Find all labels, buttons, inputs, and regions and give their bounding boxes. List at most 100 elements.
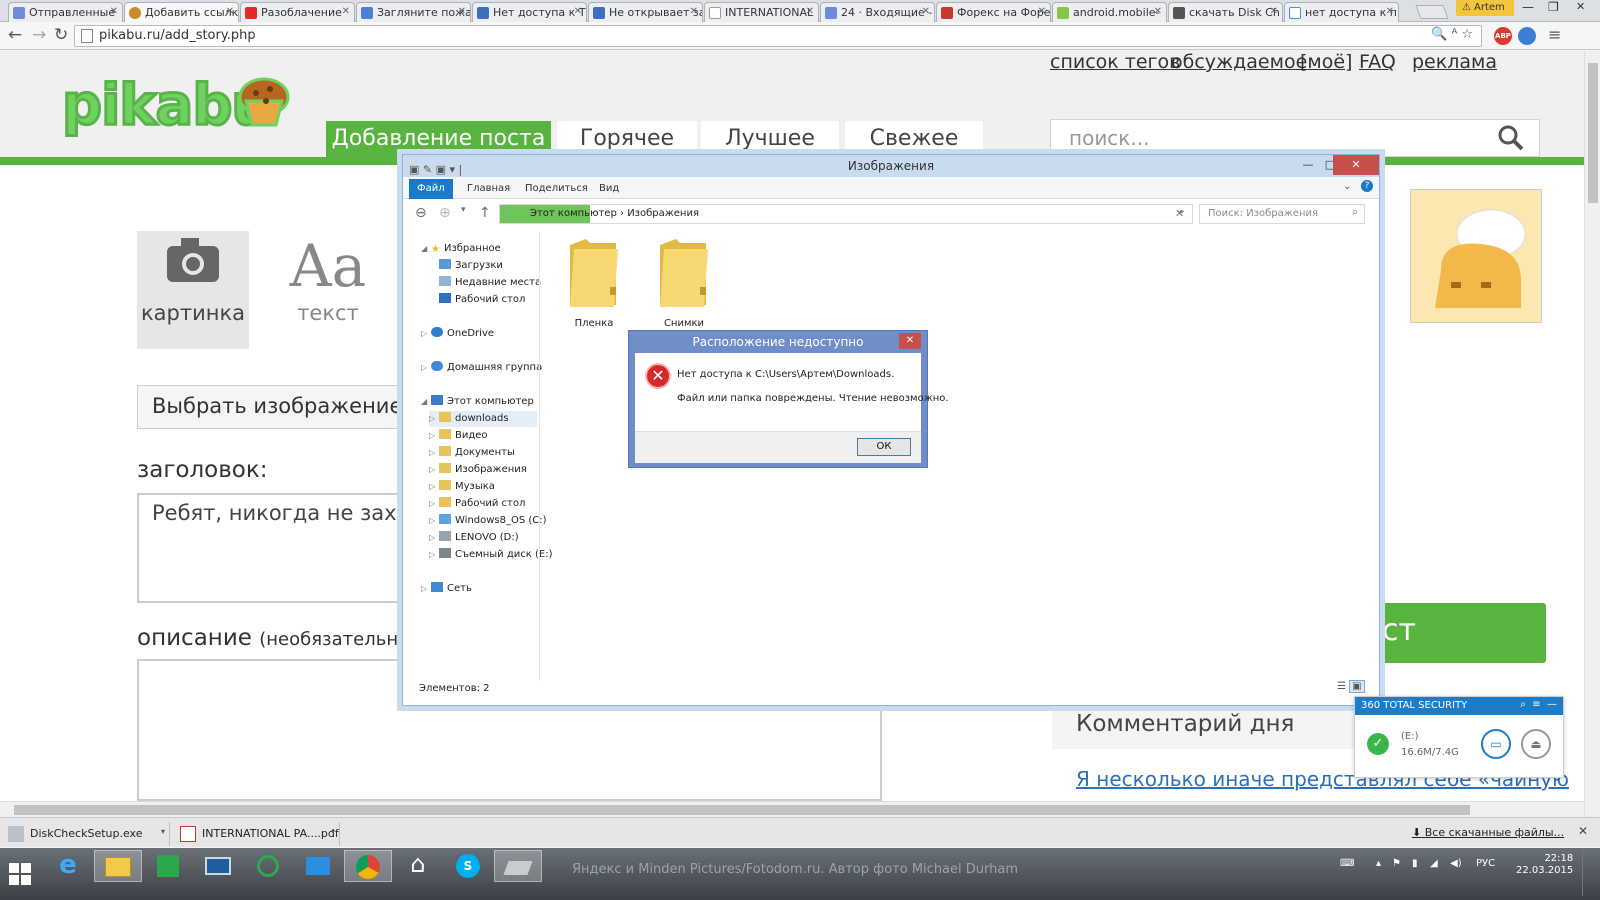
browser-tab[interactable]: нет доступа к п ✕ [1284,2,1399,22]
chrome-icon[interactable] [344,850,392,882]
type-text-button[interactable]: Aa текст [266,231,390,349]
window-close-icon[interactable]: ✕ [1576,0,1585,13]
translate-icon[interactable]: ᴬ [1452,27,1458,42]
close-icon[interactable]: ✕ [458,6,466,17]
explorer-forward-icon[interactable]: ⊕ [439,205,451,221]
browser-tab[interactable]: Загляните пожа ✕ [356,2,471,22]
open-folder-icon[interactable]: ▭ [1481,729,1511,759]
mail-icon[interactable] [294,850,342,882]
battery-icon[interactable]: ▮ [1412,858,1418,869]
extension-icon[interactable] [1518,27,1536,45]
browser-tab[interactable]: Нет доступа к T ✕ [472,2,587,22]
large-icons-view-icon[interactable]: ▣ [1349,680,1365,693]
close-shelf-icon[interactable]: ✕ [1578,824,1588,838]
expand-arrow-icon[interactable]: ▷ [421,581,427,597]
close-icon[interactable]: ✕ [226,6,234,17]
expand-arrow-icon[interactable]: ▷ [429,445,435,461]
show-desktop-button[interactable] [1582,850,1596,896]
bookmark-star-icon[interactable]: ☆ [1461,27,1473,42]
expand-arrow-icon[interactable]: ▷ [429,547,435,563]
skype-icon[interactable]: S [444,850,492,882]
back-arrow-icon[interactable]: ← [8,25,22,45]
reload-icon[interactable]: ↻ [54,25,68,45]
nav-downloads-favorite[interactable]: Загрузки [439,258,503,274]
expand-arrow-icon[interactable]: ▷ [429,513,435,529]
store-icon[interactable] [144,850,192,882]
minimize-icon[interactable]: — [1547,699,1557,710]
nav-music[interactable]: ▷ Музыка [429,479,495,495]
chevron-down-icon[interactable]: ▾ [161,827,165,836]
xbox-circle-icon[interactable] [244,850,292,882]
expand-arrow-icon[interactable]: ▷ [429,496,435,512]
address-bar[interactable]: pikabu.ru/add_story.php 🔍 ᴬ ☆ [74,25,1482,47]
faq-link[interactable]: FAQ [1359,51,1396,73]
breadcrumb-this-pc[interactable]: Этот компьютер [530,208,617,219]
internet-explorer-icon[interactable]: e [44,850,92,882]
menu-icon[interactable]: ≡ [1548,25,1561,44]
explorer-close-icon[interactable]: ✕ [1333,155,1379,175]
nav-network[interactable]: ▷ Сеть [421,581,472,597]
close-icon[interactable]: ✕ [1154,6,1162,17]
select-image-button[interactable]: Выбрать изображение [137,385,407,429]
remote-desktop-icon[interactable] [194,850,242,882]
up-arrow-icon[interactable]: ↑ [479,205,491,221]
expand-arrow-icon[interactable]: ▷ [429,462,435,478]
close-icon[interactable]: ✕ [1038,6,1046,17]
breadcrumb-pictures[interactable]: Изображения [627,208,699,219]
browser-tab[interactable]: 24 · Входящие - ✕ [820,2,935,22]
scrollbar-thumb[interactable] [1588,63,1598,203]
mine-link[interactable]: [моё] [1300,51,1352,73]
help-icon[interactable]: ? [1361,180,1373,192]
nav-downloads[interactable]: ▷ downloads [429,411,537,427]
close-icon[interactable]: ✕ [690,6,698,17]
type-picture-button[interactable]: картинка [137,231,249,349]
browser-tab[interactable]: Отправленные ✕ [8,2,123,22]
taskbar-clock[interactable]: 22:18 22.03.2015 [1516,853,1573,877]
clear-address-icon[interactable]: ✕ [1175,207,1184,220]
action-center-flag-icon[interactable]: ⚑ [1392,858,1401,869]
search-icon[interactable] [1497,124,1525,152]
chevron-down-icon[interactable]: ▾ [331,827,335,836]
ribbon-tab-file[interactable]: Файл [409,179,453,199]
close-icon[interactable]: ✕ [574,6,582,17]
browser-tab[interactable]: INTERNATIONAL ✕ [704,2,819,22]
nav-homegroup[interactable]: ▷ Домашняя группа [421,360,542,376]
expand-arrow-icon[interactable]: ◢ [421,241,427,257]
disk-check-icon[interactable] [494,850,542,882]
eject-icon[interactable]: ⏏ [1521,729,1551,759]
ribbon-tab-home[interactable]: Главная [459,179,518,199]
explorer-back-icon[interactable]: ⊖ [415,205,427,221]
forward-arrow-icon[interactable]: → [32,25,46,45]
nav-recent-places[interactable]: Недавние места [439,275,541,291]
expand-arrow-icon[interactable]: ▷ [429,479,435,495]
zoom-icon[interactable]: 🔍 [1431,27,1447,42]
expand-arrow-icon[interactable]: ▷ [421,360,427,376]
close-icon[interactable]: ✕ [110,6,118,17]
folder-item[interactable]: Снимки экрана [649,235,719,340]
browser-tab[interactable]: скачать Disk Ch ✕ [1168,2,1283,22]
minimize-icon[interactable]: — [1522,0,1534,14]
publish-button[interactable]: ст [1380,603,1546,663]
close-icon[interactable]: ✕ [342,6,350,17]
download-item[interactable]: DiskCheckSetup.exe ▾ [0,822,170,846]
expand-arrow-icon[interactable]: ◢ [421,394,427,410]
new-tab-button[interactable] [1415,5,1449,19]
close-icon[interactable]: ✕ [922,6,930,17]
horizontal-scrollbar[interactable] [0,801,1584,817]
nav-drive-c[interactable]: ▷ Windows8_OS (C:) [429,513,547,529]
menu-icon[interactable]: ≡ [1532,699,1540,710]
keyboard-icon[interactable]: ⌨ [1340,858,1354,869]
show-hidden-icons-icon[interactable]: ▴ [1376,858,1381,869]
browser-tab[interactable]: Разоблачение ✕ [240,2,355,22]
close-icon[interactable]: ✕ [806,6,814,17]
expand-arrow-icon[interactable]: ▷ [429,411,435,427]
site-search-input[interactable]: поиск... [1050,119,1540,157]
explorer-search-input[interactable]: Поиск: Изображения ⌕ [1199,204,1365,224]
details-view-icon[interactable]: ☰ [1337,681,1346,692]
nav-drive-d[interactable]: ▷ LENOVO (D:) [429,530,519,546]
browser-tab[interactable]: android.mobile- ✕ [1052,2,1167,22]
tags-list-link[interactable]: список тегов [1050,51,1180,73]
browser-tab[interactable]: Не открывает за ✕ [588,2,703,22]
search-icon[interactable]: ⌕ [1520,699,1526,710]
nav-desktop-favorite[interactable]: Рабочий стол [439,292,525,308]
